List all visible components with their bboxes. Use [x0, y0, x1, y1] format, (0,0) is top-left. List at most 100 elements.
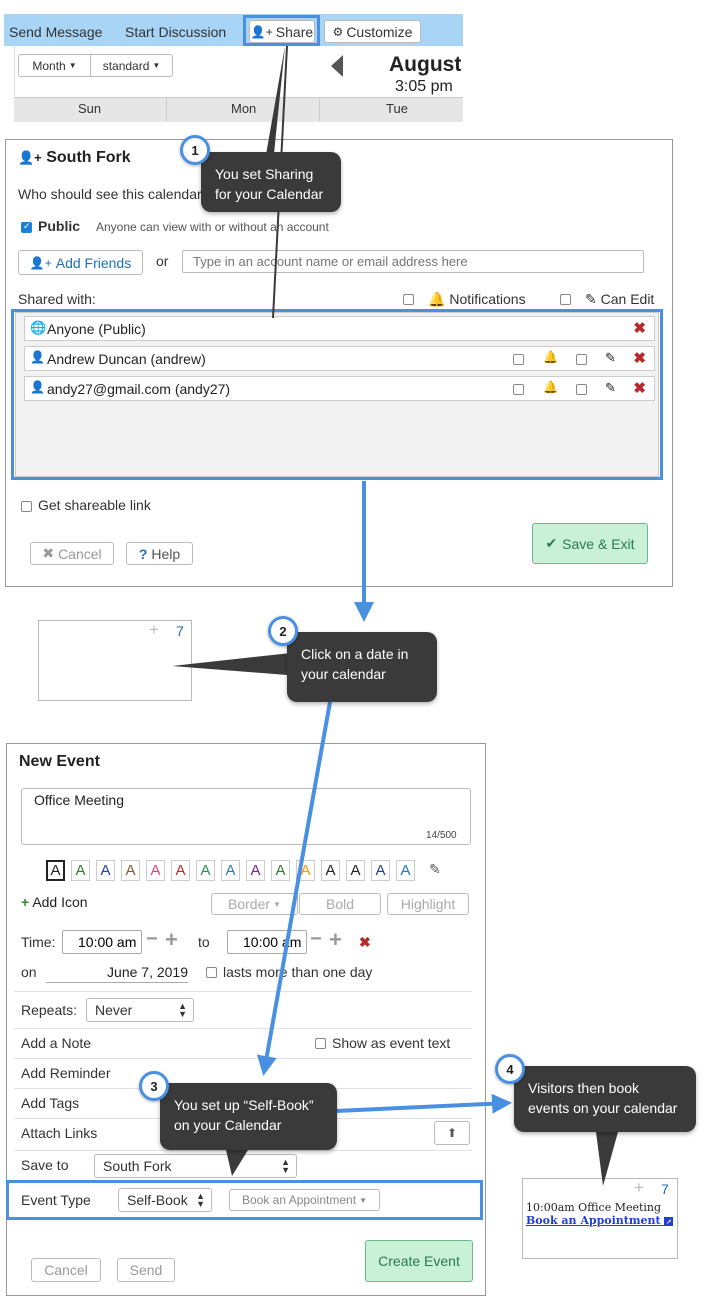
time-decrement-icon[interactable]: − — [146, 928, 158, 951]
text-color-swatch[interactable]: A — [346, 860, 365, 881]
text-color-swatch[interactable]: A — [71, 860, 90, 881]
add-icon-link[interactable]: + Add Icon — [21, 894, 88, 910]
share-button[interactable]: 👤+ Share — [249, 20, 315, 43]
start-time-input[interactable] — [62, 930, 142, 954]
event-type-highlight-box — [6, 1180, 483, 1220]
shareable-link-label: Get shareable link — [38, 497, 151, 513]
save-to-label: Save to — [21, 1157, 69, 1173]
divider — [14, 1028, 472, 1029]
create-event-button[interactable]: Create Event — [365, 1240, 473, 1282]
text-color-swatch[interactable]: A — [396, 860, 415, 881]
add-event-plus-icon[interactable]: + — [634, 1178, 644, 1198]
send-message-link[interactable]: Send Message — [9, 24, 102, 40]
standard-view-select[interactable]: standard ▼ — [90, 54, 173, 77]
border-select[interactable]: Border ▼ — [211, 893, 298, 915]
time-increment-icon[interactable]: + — [165, 927, 178, 953]
public-description: Anyone can view with or without an accou… — [96, 220, 329, 234]
edit-style-icon[interactable]: ✎ — [429, 861, 441, 878]
public-checkbox[interactable] — [21, 221, 32, 233]
help-button[interactable]: ? Help — [126, 542, 193, 565]
check-icon: ✔ — [545, 535, 558, 551]
callout-2-number: 2 — [268, 616, 298, 646]
upload-button[interactable]: ⬆ — [434, 1121, 470, 1145]
notifications-header: 🔔 Notifications — [428, 291, 526, 307]
remove-time-icon[interactable]: ✖ — [359, 934, 371, 951]
share-cancel-button[interactable]: ✖ Cancel — [30, 542, 114, 565]
text-color-swatch[interactable]: A — [371, 860, 390, 881]
shareable-link-checkbox[interactable] — [21, 501, 32, 512]
add-reminder-link[interactable]: Add Reminder — [21, 1065, 111, 1081]
text-color-swatch[interactable]: A — [321, 860, 340, 881]
text-color-swatch[interactable]: A — [246, 860, 265, 881]
pencil-icon: ✎ — [585, 291, 597, 307]
callout-4-number: 4 — [495, 1054, 525, 1084]
add-tags-link[interactable]: Add Tags — [21, 1095, 79, 1111]
can-edit-all-checkbox[interactable] — [560, 294, 571, 305]
add-friends-button[interactable]: 👤+ Add Friends — [18, 250, 143, 275]
time-increment-icon[interactable]: + — [329, 927, 342, 953]
date-number[interactable]: 7 — [661, 1181, 669, 1197]
date-number[interactable]: 7 — [176, 623, 184, 639]
shared-list-highlight-box — [11, 309, 663, 480]
who-should-see-label: Who should see this calendar? — [18, 186, 210, 202]
book-appointment-link[interactable]: Book an Appointment ↗ — [526, 1214, 674, 1227]
prev-month-arrow-icon[interactable] — [331, 55, 343, 77]
text-color-swatch[interactable]: A — [46, 860, 65, 881]
select-arrows-icon: ▲ ▼ — [178, 1001, 187, 1019]
multi-day-checkbox[interactable] — [206, 967, 217, 978]
start-discussion-link[interactable]: Start Discussion — [125, 24, 226, 40]
can-edit-header: ✎ Can Edit — [585, 291, 655, 307]
caret-down-icon: ▼ — [152, 61, 161, 70]
text-color-swatch[interactable]: A — [146, 860, 165, 881]
current-time: 3:05 pm — [395, 78, 453, 95]
day-divider — [166, 97, 167, 121]
event-text-value: Office Meeting — [34, 792, 125, 808]
add-note-link[interactable]: Add a Note — [21, 1035, 91, 1051]
repeats-select[interactable]: Never ▲ ▼ — [86, 998, 194, 1022]
end-time-input[interactable] — [227, 930, 307, 954]
show-as-text-checkbox[interactable] — [315, 1038, 326, 1049]
event-date-field[interactable]: June 7, 2019 — [46, 964, 188, 983]
text-color-swatch[interactable]: A — [221, 860, 240, 881]
question-icon: ? — [138, 545, 148, 562]
event-cancel-button[interactable]: Cancel — [31, 1258, 101, 1282]
notifications-all-checkbox[interactable] — [403, 294, 414, 305]
callout-3: You set up “Self-Book” on your Calendar — [160, 1083, 337, 1150]
text-color-swatch[interactable]: A — [171, 860, 190, 881]
text-color-swatch[interactable]: A — [271, 860, 290, 881]
day-header-mon: Mon — [231, 101, 257, 116]
user-plus-icon: 👤+ — [18, 150, 42, 165]
bell-icon: 🔔 — [428, 291, 446, 307]
event-entry-text[interactable]: 10:00am Office Meeting — [526, 1201, 661, 1214]
text-color-swatch[interactable]: A — [196, 860, 215, 881]
or-label: or — [156, 253, 169, 269]
customize-button[interactable]: ⚙ Customize — [324, 20, 421, 43]
save-to-select[interactable]: South Fork ▲ ▼ — [94, 1154, 297, 1178]
on-label: on — [21, 964, 37, 980]
text-color-swatch[interactable]: A — [121, 860, 140, 881]
text-color-swatch[interactable]: A — [96, 860, 115, 881]
attach-links-link[interactable]: Attach Links — [21, 1125, 97, 1141]
save-exit-button[interactable]: ✔ Save & Exit — [532, 523, 648, 564]
public-label: Public — [38, 218, 81, 234]
divider — [14, 1150, 472, 1151]
month-view-select[interactable]: Month ▼ — [18, 54, 91, 77]
show-as-text-label: Show as event text — [332, 1035, 451, 1051]
highlight-button[interactable]: Highlight — [387, 893, 469, 915]
time-label: Time: — [21, 934, 56, 950]
bold-button[interactable]: Bold — [299, 893, 381, 915]
time-decrement-icon[interactable]: − — [310, 928, 322, 951]
callout-1: You set Sharing for your Calendar — [201, 152, 341, 212]
send-button[interactable]: Send — [117, 1258, 175, 1282]
calendar-date-cell[interactable] — [38, 620, 192, 701]
add-event-plus-icon[interactable]: + — [149, 620, 159, 640]
text-color-swatch[interactable]: A — [296, 860, 315, 881]
user-plus-icon: 👤+ — [29, 255, 52, 270]
account-search-input[interactable] — [182, 250, 644, 273]
external-link-icon: ↗ — [664, 1217, 674, 1226]
day-header-tue: Tue — [386, 101, 408, 116]
day-header-sun: Sun — [78, 101, 102, 116]
share-dialog-title: 👤+ South Fork — [18, 149, 131, 166]
to-label: to — [198, 934, 210, 950]
divider — [14, 1058, 472, 1059]
